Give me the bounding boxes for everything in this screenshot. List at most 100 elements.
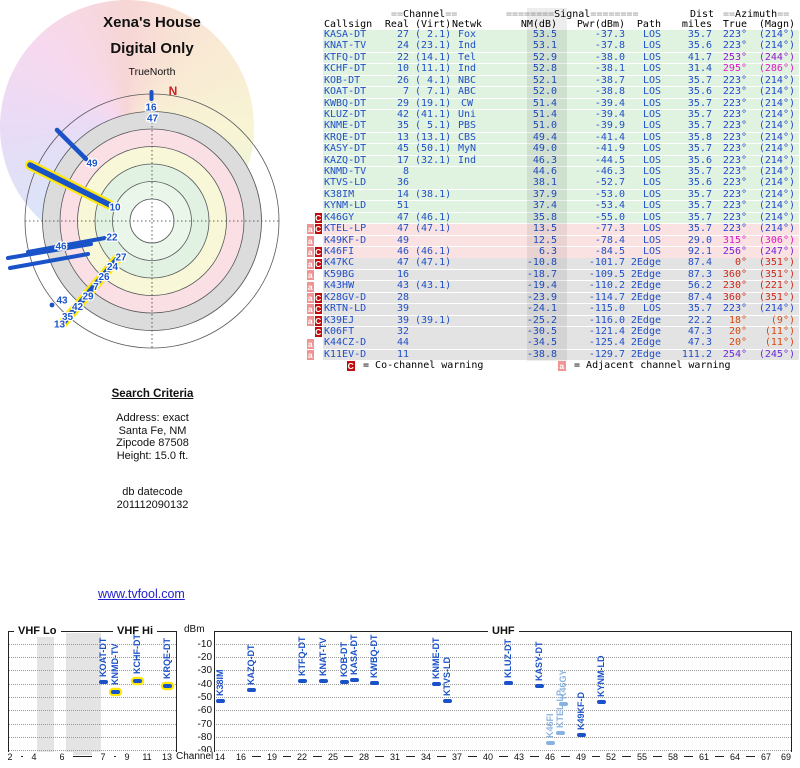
cell-magn: (245°) bbox=[758, 348, 795, 360]
cell-virt: (41.1) bbox=[409, 108, 452, 120]
cell-cs: K44CZ-D bbox=[324, 337, 367, 349]
cell-mi: 92.1 bbox=[687, 245, 712, 257]
co-channel-warning-icon: C bbox=[314, 213, 322, 224]
cell-magn: (214°) bbox=[758, 120, 795, 132]
signal-bar bbox=[555, 731, 565, 735]
cell-true: 253° bbox=[722, 51, 747, 63]
cell-true: 223° bbox=[722, 29, 747, 40]
table-group-header: ==Azimuth== bbox=[723, 8, 790, 20]
cell-mi: 87.3 bbox=[687, 268, 712, 280]
channel-tick-label: 34 bbox=[415, 752, 437, 762]
cell-magn: (214°) bbox=[758, 40, 795, 52]
cell-mi: 35.7 bbox=[687, 188, 712, 200]
cell-cs: KTFQ-DT bbox=[324, 51, 367, 63]
cell-mi: 29.0 bbox=[687, 234, 712, 246]
cell-true: 223° bbox=[722, 86, 747, 98]
adjacent-channel-warning-icon: a bbox=[306, 224, 314, 235]
signal-bar-label: KASY-DT bbox=[533, 641, 544, 681]
cell-mi: 35.7 bbox=[687, 200, 712, 212]
cell-real: 24 bbox=[396, 40, 409, 52]
cell-true: 20° bbox=[728, 337, 747, 349]
dbm-tick-label: -30 bbox=[197, 664, 212, 676]
cell-mi: 35.7 bbox=[687, 97, 712, 109]
cell-magn: (214°) bbox=[758, 97, 795, 109]
cell-real: 13 bbox=[396, 131, 409, 143]
signal-bar bbox=[534, 684, 544, 688]
cell-path: 2Edge bbox=[630, 348, 661, 360]
signal-bar bbox=[318, 679, 328, 683]
cell-virt: (47.1) bbox=[409, 223, 452, 235]
cell-magn: (286°) bbox=[758, 63, 795, 75]
cell-virt: ( 4.1) bbox=[409, 74, 452, 86]
cell-magn: (11°) bbox=[764, 337, 795, 349]
cell-cs: K28GV-D bbox=[324, 291, 367, 303]
cell-cs: KOAT-DT bbox=[324, 86, 367, 98]
table-group-header: ==Channel== bbox=[391, 8, 458, 20]
cell-real: 42 bbox=[396, 108, 409, 120]
cell-magn: (214°) bbox=[758, 29, 795, 40]
cell-magn: (221°) bbox=[758, 280, 795, 292]
cell-true: 223° bbox=[722, 74, 747, 86]
cell-real: 47 bbox=[396, 257, 409, 269]
cell-true: 256° bbox=[722, 245, 747, 257]
signal-bar-label: K49KF-D bbox=[575, 691, 586, 730]
cell-pwr: -46.3 bbox=[594, 166, 625, 178]
cell-real: 17 bbox=[396, 154, 409, 166]
channel-tick-label: 58 bbox=[662, 752, 684, 762]
signal-bar bbox=[576, 733, 586, 737]
channel-tick-label: 64 bbox=[724, 752, 746, 762]
cell-cs: KOB-DT bbox=[324, 74, 361, 86]
cell-path: 2Edge bbox=[630, 291, 661, 303]
cell-path: 2Edge bbox=[630, 325, 661, 337]
cell-real: 45 bbox=[396, 143, 409, 155]
channel-tick-label: 28 bbox=[353, 752, 375, 762]
signal-bar-label: KLUZ-DT bbox=[502, 639, 513, 678]
adjacent-channel-warning-icon: a bbox=[306, 281, 314, 292]
cell-pwr: -78.4 bbox=[594, 234, 625, 246]
channel-tick-label: 2 bbox=[0, 752, 21, 762]
cell-real: 26 bbox=[396, 74, 409, 86]
cell-mi: 87.4 bbox=[687, 257, 712, 269]
cell-magn: (214°) bbox=[758, 74, 795, 86]
signal-bar bbox=[110, 690, 120, 694]
chart-gridline bbox=[215, 684, 791, 685]
chart-gridline bbox=[215, 710, 791, 711]
cell-cs: KNMD-TV bbox=[324, 166, 367, 178]
cell-virt: (14.1) bbox=[409, 51, 452, 63]
co-channel-warning-icon: C bbox=[314, 327, 322, 338]
signal-bar-label: KNMD-TV bbox=[109, 643, 120, 686]
cell-real: 16 bbox=[396, 268, 409, 280]
cell-magn: (351°) bbox=[758, 291, 795, 303]
signal-bar bbox=[98, 680, 108, 684]
cell-virt: (32.1) bbox=[409, 154, 452, 166]
dbm-tick-label: -60 bbox=[197, 704, 212, 716]
cell-cs: K47KC bbox=[324, 257, 355, 269]
channel-tick-label: 31 bbox=[384, 752, 406, 762]
cell-virt: (11.1) bbox=[409, 63, 452, 75]
cell-path: 2Edge bbox=[630, 337, 661, 349]
cell-path: LOS bbox=[642, 188, 661, 200]
cell-net: ABC bbox=[457, 86, 477, 98]
band-label: VHF Lo bbox=[14, 625, 61, 637]
cell-pwr: -39.4 bbox=[594, 108, 625, 120]
cell-real: 32 bbox=[396, 325, 409, 337]
cell-true: 230° bbox=[722, 280, 747, 292]
cell-mi: 35.7 bbox=[687, 108, 712, 120]
cell-mi: 87.4 bbox=[687, 291, 712, 303]
adjacent-channel-warning-icon: a bbox=[306, 258, 314, 269]
cell-mi: 35.7 bbox=[687, 211, 712, 223]
signal-bar bbox=[503, 681, 513, 685]
adjacent-channel-warning-icon: a bbox=[306, 292, 314, 303]
cell-path: LOS bbox=[642, 303, 661, 315]
cell-mi: 35.8 bbox=[687, 131, 712, 143]
adjacent-channel-warning-icon: a bbox=[306, 247, 314, 258]
cell-mi: 35.7 bbox=[687, 303, 712, 315]
cell-pwr: -115.0 bbox=[588, 303, 625, 315]
cell-true: 223° bbox=[722, 131, 747, 143]
cell-pwr: -121.4 bbox=[588, 325, 625, 337]
chart-gridline bbox=[9, 710, 176, 711]
cell-mi: 35.6 bbox=[687, 86, 712, 98]
cell-path: LOS bbox=[642, 29, 661, 40]
cell-path: LOS bbox=[642, 120, 661, 132]
cell-path: LOS bbox=[642, 234, 661, 246]
